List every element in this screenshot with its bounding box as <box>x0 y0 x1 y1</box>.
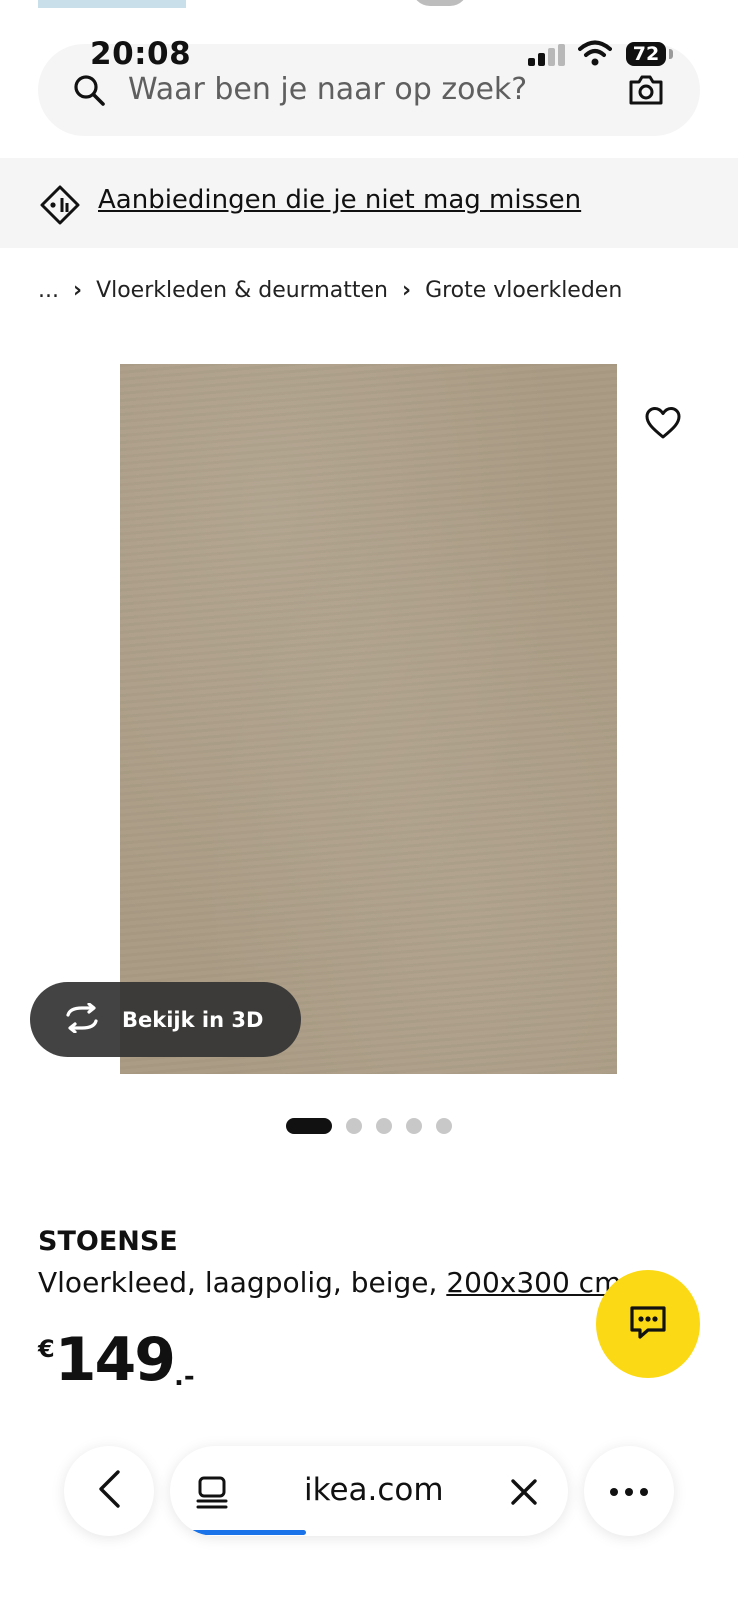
pagination-dot-active[interactable] <box>286 1118 332 1134</box>
previous-control <box>412 0 468 6</box>
chevron-left-icon <box>96 1469 122 1513</box>
previous-image-thumbnail <box>38 0 186 8</box>
view-3d-button[interactable]: Bekijk in 3D <box>30 982 301 1057</box>
camera-icon[interactable] <box>628 74 664 110</box>
offers-link[interactable]: Aanbiedingen die je niet mag missen <box>98 182 581 218</box>
product-name: STOENSE <box>38 1226 178 1257</box>
pagination-dot[interactable] <box>346 1118 362 1134</box>
product-description: Vloerkleed, laagpolig, beige, 200x300 cm <box>38 1264 621 1302</box>
view-3d-label: Bekijk in 3D <box>122 1007 264 1032</box>
price-suffix: .- <box>173 1362 195 1392</box>
pagination-dot[interactable] <box>376 1118 392 1134</box>
image-pagination[interactable] <box>286 1118 452 1134</box>
product-size-link[interactable]: 200x300 cm <box>446 1266 621 1299</box>
browser-url[interactable]: ikea.com <box>304 1470 444 1510</box>
battery-cap <box>669 49 673 59</box>
breadcrumb: ... › Vloerkleden & deurmatten › Grote v… <box>38 272 622 308</box>
close-icon[interactable] <box>510 1478 538 1510</box>
more-icon <box>609 1482 649 1501</box>
page-load-progress <box>188 1530 306 1535</box>
browser-url-bar[interactable]: ikea.com <box>170 1446 568 1536</box>
wifi-icon <box>578 40 612 70</box>
pagination-dot[interactable] <box>436 1118 452 1134</box>
rotate-3d-icon <box>62 1001 102 1037</box>
product-description-text: Vloerkleed, laagpolig, beige, <box>38 1266 447 1299</box>
product-price: € 149 .- <box>38 1330 195 1390</box>
chat-button[interactable] <box>596 1270 700 1378</box>
heart-icon[interactable] <box>644 406 682 444</box>
signal-icon <box>528 44 566 70</box>
browser-more-button[interactable] <box>584 1446 674 1536</box>
search-icon[interactable] <box>72 73 106 111</box>
product-image[interactable] <box>120 364 617 1074</box>
battery-indicator: 72 <box>626 42 666 66</box>
breadcrumb-item-large-rugs[interactable]: Grote vloerkleden <box>425 278 622 303</box>
chat-icon <box>628 1304 668 1344</box>
price-amount: 149 <box>54 1325 176 1395</box>
browser-back-button[interactable] <box>64 1446 154 1536</box>
status-time: 20:08 <box>90 36 192 72</box>
chevron-right-icon: › <box>401 277 412 303</box>
pagination-dot[interactable] <box>406 1118 422 1134</box>
breadcrumb-item-rugs-doormats[interactable]: Vloerkleden & deurmatten <box>96 278 388 303</box>
search-input[interactable]: Waar ben je naar op zoek? <box>128 70 527 110</box>
price-currency: € <box>38 1335 55 1363</box>
chevron-right-icon: › <box>72 277 83 303</box>
tag-icon <box>38 183 82 231</box>
breadcrumb-ellipsis[interactable]: ... <box>38 278 59 303</box>
tabs-icon[interactable] <box>196 1476 228 1514</box>
